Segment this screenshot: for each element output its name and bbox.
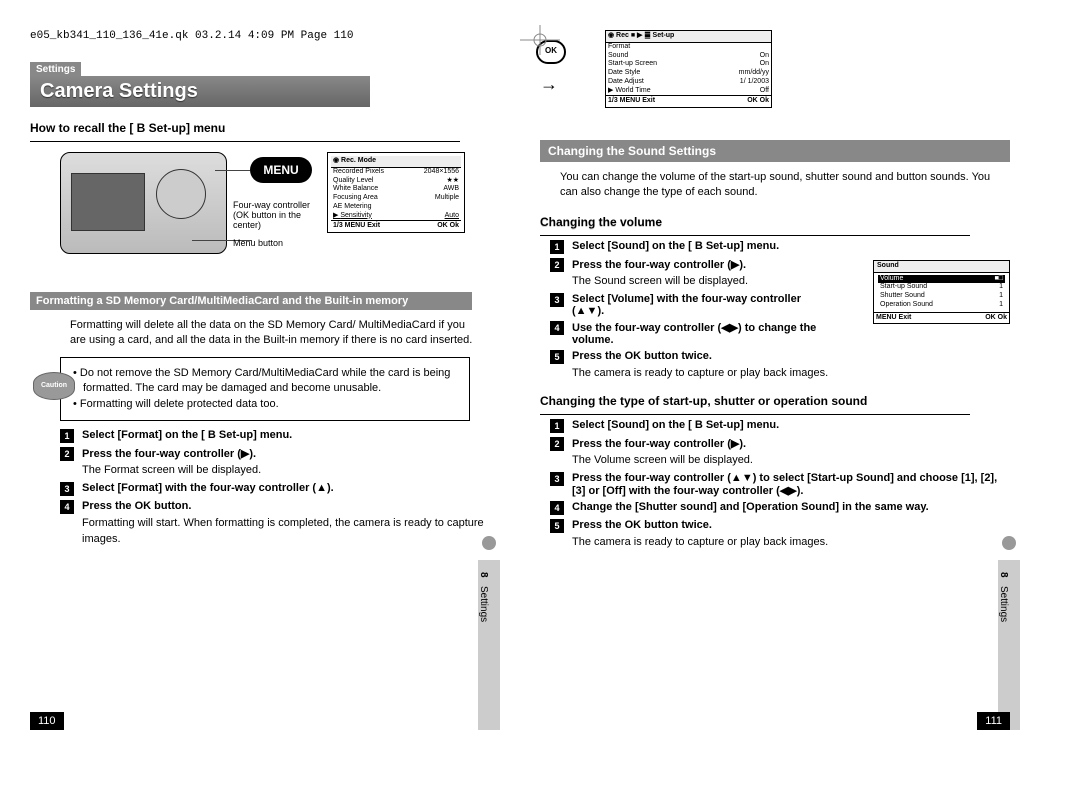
crop-mark-icon — [520, 25, 560, 55]
format-text: Formatting will delete all the data on t… — [70, 318, 480, 349]
vol-step-5-after: The camera is ready to capture or play b… — [572, 366, 1010, 381]
lcd-setup: ◉ Rec ■ ▶ ䷀ Set-up Format SoundOn Start-… — [605, 30, 772, 108]
page-left: e05_kb341_110_136_41e.qk 03.2.14 4:09 PM… — [30, 30, 520, 730]
type-step-5: 5Press the OK button twice. — [550, 519, 1010, 533]
lcd-sound: Sound Volume■□ Start-up Sound1 Shutter S… — [873, 260, 1010, 325]
vol-step-5: 5Press the OK button twice. — [550, 350, 830, 364]
thumb-tab-right: 8 Settings — [998, 560, 1020, 730]
type-step-2-after: The Volume screen will be displayed. — [572, 453, 1010, 468]
page-number-left: 110 — [30, 712, 64, 730]
tab-dot-icon — [482, 536, 496, 550]
format-heading: Formatting a SD Memory Card/MultiMediaCa… — [30, 292, 472, 310]
tab-dot-icon — [1002, 536, 1016, 550]
caution-bullet-2: • Formatting will delete protected data … — [83, 397, 459, 412]
breadcrumb: Settings — [30, 62, 81, 77]
volume-subhead: Changing the volume — [540, 215, 1010, 229]
camera-illustration — [60, 152, 227, 254]
divider — [30, 141, 460, 142]
file-header: e05_kb341_110_136_41e.qk 03.2.14 4:09 PM… — [30, 30, 500, 42]
type-step-5-after: The camera is ready to capture or play b… — [572, 535, 1010, 550]
thumb-tab-left: 8 Settings — [478, 560, 500, 730]
type-step-4: 4Change the [Shutter sound] and [Operati… — [550, 501, 1010, 515]
lcd-rec-mode: ◉ Rec. Mode Recorded Pixels2048×1556 Qua… — [327, 152, 465, 233]
step-3: 3Select [Format] with the four-way contr… — [60, 482, 500, 496]
type-step-3: 3Press the four-way controller (▲▼) to s… — [550, 472, 1010, 497]
divider — [540, 235, 970, 236]
type-step-2: 2Press the four-way controller (▶). — [550, 437, 1010, 451]
page-right: OK → ◉ Rec ■ ▶ ䷀ Set-up Format SoundOn S… — [520, 30, 1010, 730]
type-subhead: Changing the type of start-up, shutter o… — [540, 394, 1010, 408]
step-4: 4Press the OK button. — [60, 500, 500, 514]
menu-button-pill: MENU — [250, 157, 312, 183]
vol-step-2: 2Press the four-way controller (▶). — [550, 258, 830, 272]
ok-figure: OK → ◉ Rec ■ ▶ ䷀ Set-up Format SoundOn S… — [540, 30, 1010, 130]
step-2-after: The Format screen will be displayed. — [82, 463, 500, 478]
recall-heading: How to recall the [ B Set-up] menu — [30, 121, 500, 135]
vol-step-1: 1Select [Sound] on the [ B Set-up] menu. — [550, 240, 830, 254]
vol-step-4: 4Use the four-way controller (◀▶) to cha… — [550, 321, 830, 346]
vol-step-3: 3Select [Volume] with the four-way contr… — [550, 293, 830, 317]
page-number-right: 111 — [977, 712, 1010, 730]
caution-icon: Caution — [33, 372, 75, 400]
type-step-1: 1Select [Sound] on the [ B Set-up] menu. — [550, 419, 1010, 433]
arrow-right-icon: → — [540, 74, 558, 95]
fig-caption-menu: Menu button — [233, 238, 283, 248]
step-4-after: Formatting will start. When formatting i… — [82, 516, 500, 547]
fig-caption-controller: Four-way controller (OK button in the ce… — [233, 200, 328, 230]
divider — [540, 414, 970, 415]
step-1: 1Select [Format] on the [ B Set-up] menu… — [60, 429, 500, 443]
page-title: Camera Settings — [30, 76, 370, 107]
vol-step-2-after: The Sound screen will be displayed. — [572, 274, 830, 289]
sound-heading: Changing the Sound Settings — [540, 140, 1010, 162]
camera-figure: MENU Four-way controller (OK button in t… — [60, 152, 500, 282]
caution-bullet-1: • Do not remove the SD Memory Card/Multi… — [83, 366, 459, 397]
caution-box: Caution • Do not remove the SD Memory Ca… — [60, 357, 470, 421]
step-2: 2Press the four-way controller (▶). — [60, 447, 500, 461]
sound-intro: You can change the volume of the start-u… — [560, 170, 1000, 201]
